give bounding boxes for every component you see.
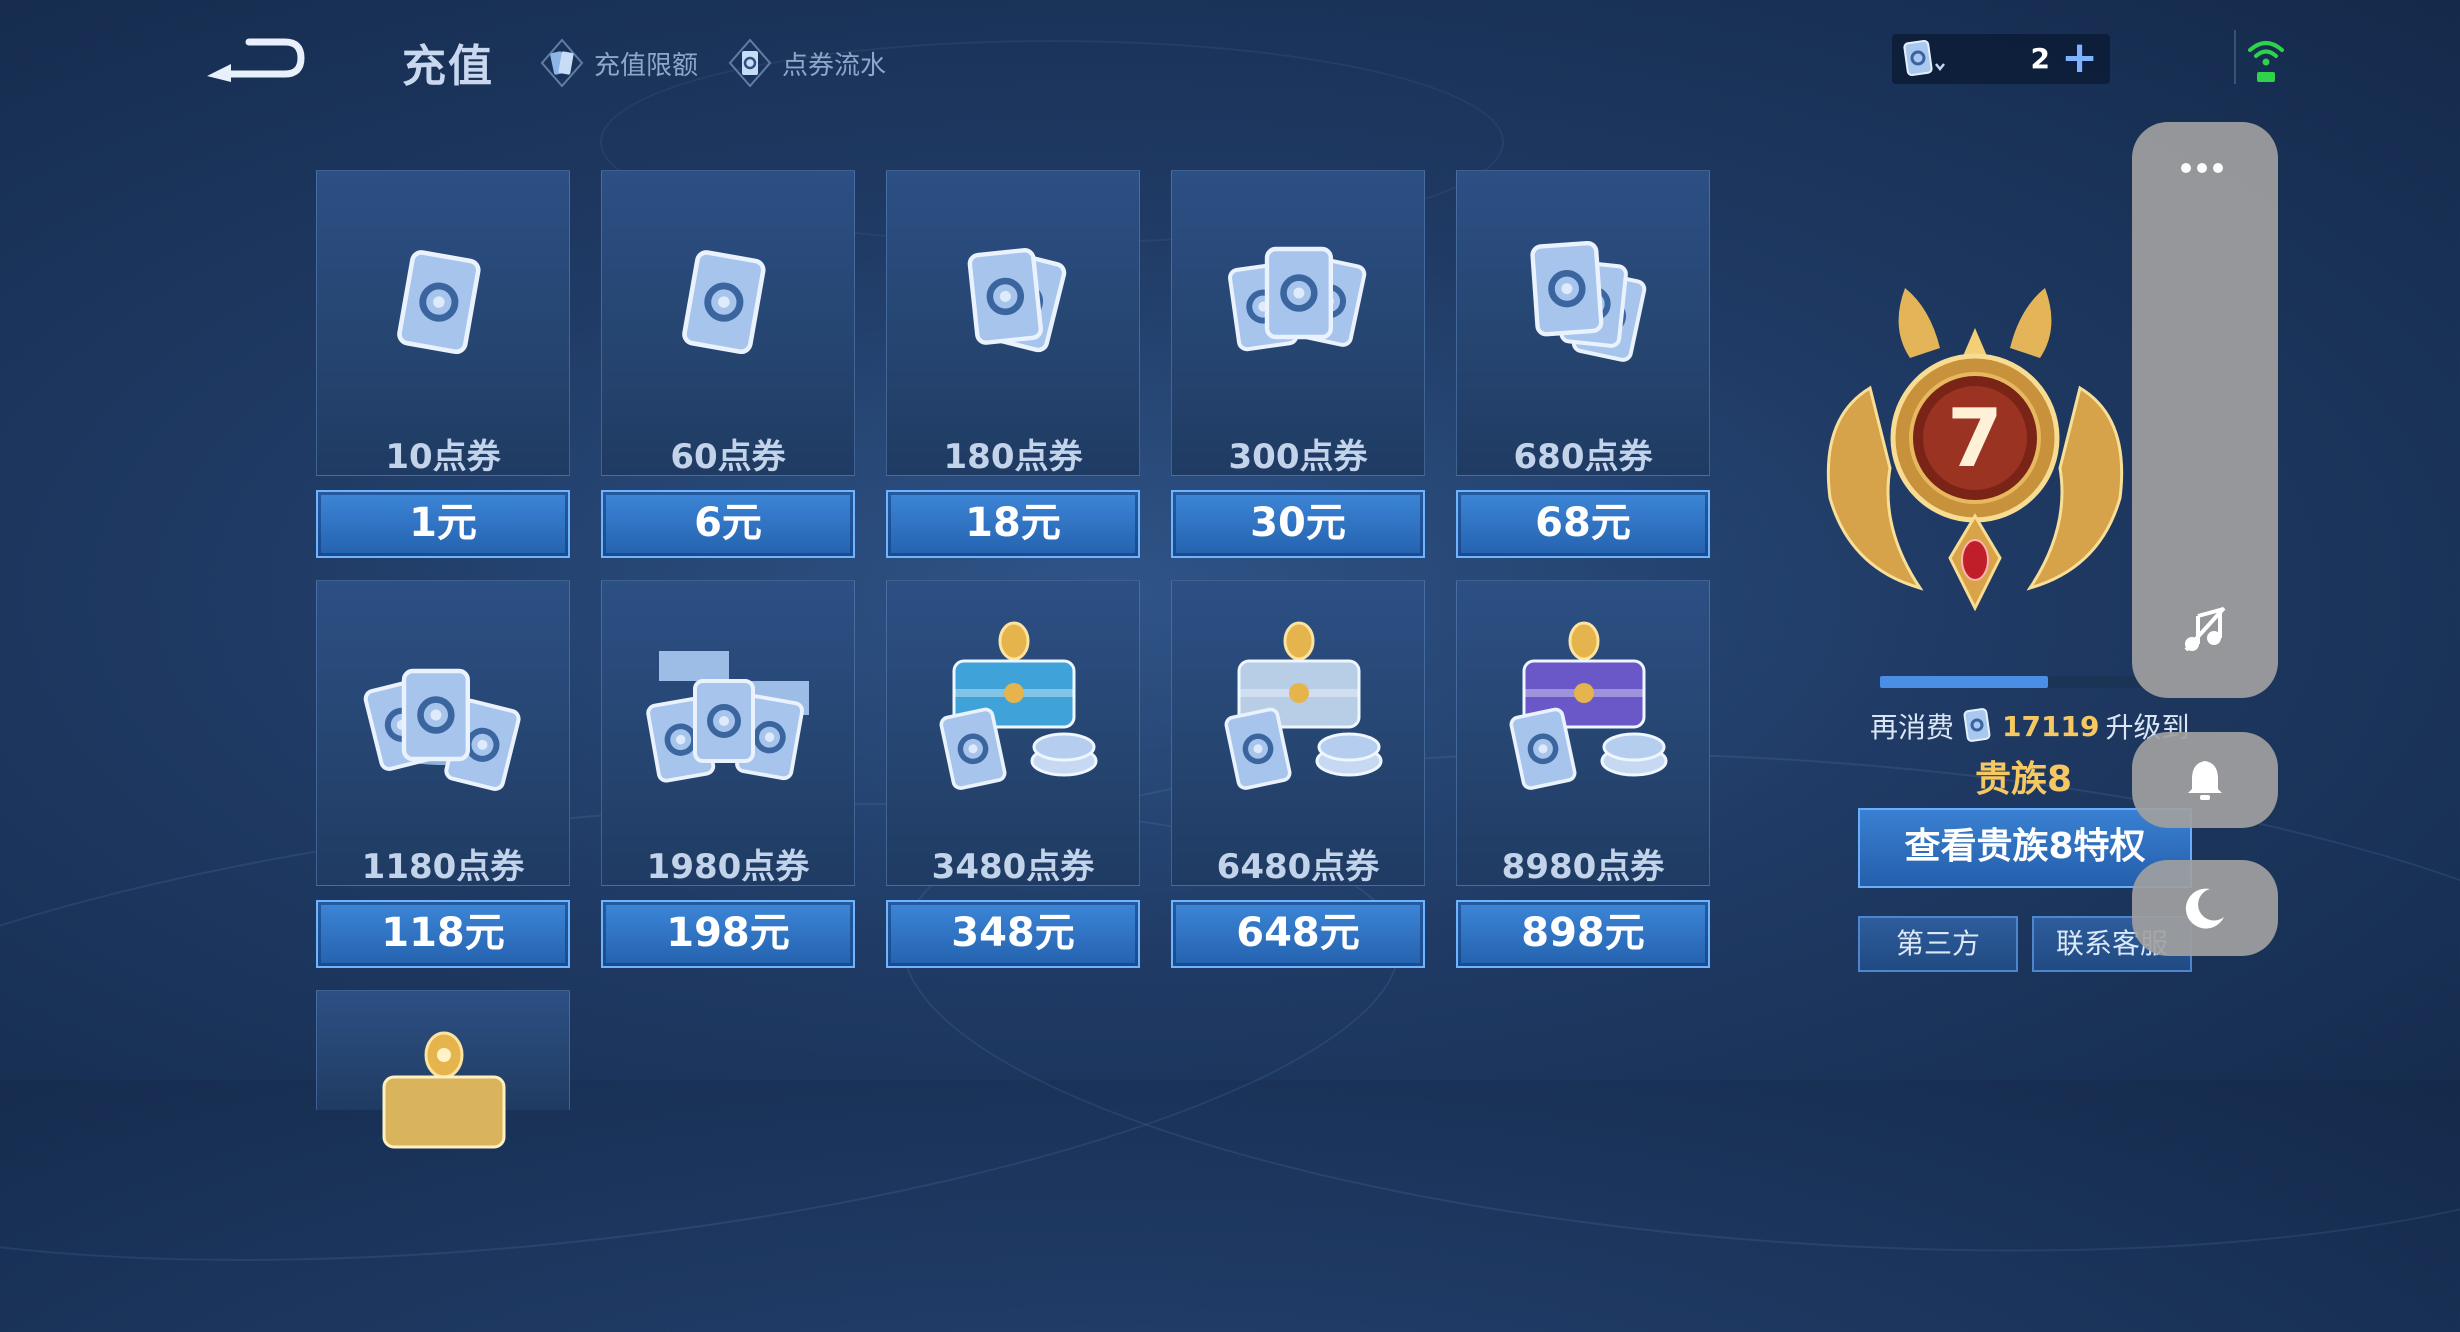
divider: [2234, 30, 2236, 84]
next-noble-level: 贵族8: [1975, 759, 2073, 800]
coupon-amount: 300点券: [1228, 437, 1368, 477]
coupon-flow-label: 点券流水: [782, 50, 887, 81]
card-limit-icon: [540, 38, 584, 88]
coupon-cards-icon: [967, 248, 1067, 353]
recharge-card[interactable]: 10点券: [316, 170, 570, 477]
recharge-card[interactable]: 680点券: [1456, 170, 1710, 477]
coupon-amount: 60点券: [670, 437, 786, 477]
noble-level-number: 7: [1947, 392, 2003, 485]
recharge-card[interactable]: 1180点券: [316, 580, 570, 887]
page-title: 充值: [402, 41, 494, 92]
recharge-limit-link[interactable]: 充值限额: [540, 38, 698, 88]
treasure-chest-icon: [939, 621, 1098, 790]
price-button[interactable]: 348元: [886, 900, 1140, 968]
coupon-amount: 8980点券: [1501, 847, 1665, 887]
coupon-cards-icon: [1228, 246, 1367, 352]
spend-prefix: 再消费: [1870, 711, 1955, 744]
coupon-cards-icon: [1530, 240, 1647, 362]
coupon-cards-icon: [682, 250, 766, 355]
coupon-flow-link[interactable]: 点券流水: [728, 38, 886, 88]
coupon-cards-icon: [397, 250, 481, 355]
back-arrow-icon: [207, 38, 305, 82]
noble-level-badge: 7: [1826, 288, 2124, 612]
recharge-card[interactable]: 3480点券: [886, 580, 1140, 887]
recharge-limit-label: 充值限额: [594, 50, 699, 81]
back-button[interactable]: [205, 32, 305, 86]
coupon-amount: 1180点券: [361, 847, 525, 887]
mute-music-icon[interactable]: [2180, 604, 2230, 654]
coupon-amount: 10点券: [385, 437, 501, 477]
more-options-icon[interactable]: [2178, 158, 2232, 174]
spend-amount: 17119: [2002, 709, 2100, 743]
notification-button[interactable]: [2132, 732, 2278, 828]
coupon-balance: 2 +: [1892, 34, 2110, 84]
price-button[interactable]: 1元: [316, 490, 570, 558]
price-button[interactable]: 30元: [1171, 490, 1425, 558]
noble-progress-bar: [1880, 676, 2160, 688]
bell-icon: [2188, 761, 2222, 800]
coupon-cards-icon: [646, 651, 809, 783]
wifi-signal-icon: [2248, 41, 2284, 82]
noble-progress-fill: [1880, 676, 2048, 688]
recharge-card[interactable]: 60点券: [601, 170, 855, 477]
coupon-amount: 1980点券: [646, 847, 810, 887]
recharge-card[interactable]: 1980点券: [601, 580, 855, 887]
treasure-chest-icon: [1509, 621, 1668, 790]
third-party-button[interactable]: 第三方: [1858, 916, 2018, 972]
price-button[interactable]: 118元: [316, 900, 570, 968]
price-button[interactable]: 18元: [886, 490, 1140, 558]
recharge-card-partial[interactable]: [316, 990, 570, 1149]
recharge-card[interactable]: 6480点券: [1171, 580, 1425, 887]
night-mode-button[interactable]: [2132, 860, 2278, 956]
coupon-amount: 6480点券: [1216, 847, 1380, 887]
price-button[interactable]: 898元: [1456, 900, 1710, 968]
price-button[interactable]: 68元: [1456, 490, 1710, 558]
recharge-card[interactable]: 300点券: [1171, 170, 1425, 477]
balance-value: 2: [2030, 42, 2050, 75]
recharge-card[interactable]: 8980点券: [1456, 580, 1710, 887]
recharge-card[interactable]: 180点券: [886, 170, 1140, 477]
coupon-amount: 3480点券: [931, 847, 1095, 887]
spend-info: 再消费 17119 升级到: [1870, 706, 2189, 746]
moon-icon: [2185, 888, 2224, 929]
coupon-icon: [1903, 40, 1945, 76]
floating-toolbar: [2132, 122, 2278, 698]
price-button[interactable]: 6元: [601, 490, 855, 558]
coupon-amount: 680点券: [1513, 437, 1653, 477]
add-coupon-button[interactable]: +: [2061, 36, 2098, 80]
coupon-icon: [1963, 708, 1991, 742]
gold-chest-icon: [382, 1031, 506, 1149]
price-button[interactable]: 198元: [601, 900, 855, 968]
coupon-amount: 180点券: [943, 437, 1083, 477]
coupon-cards-icon: [363, 668, 521, 791]
treasure-chest-icon: [1224, 621, 1383, 790]
coupon-flow-icon: [728, 38, 772, 88]
price-button[interactable]: 648元: [1171, 900, 1425, 968]
